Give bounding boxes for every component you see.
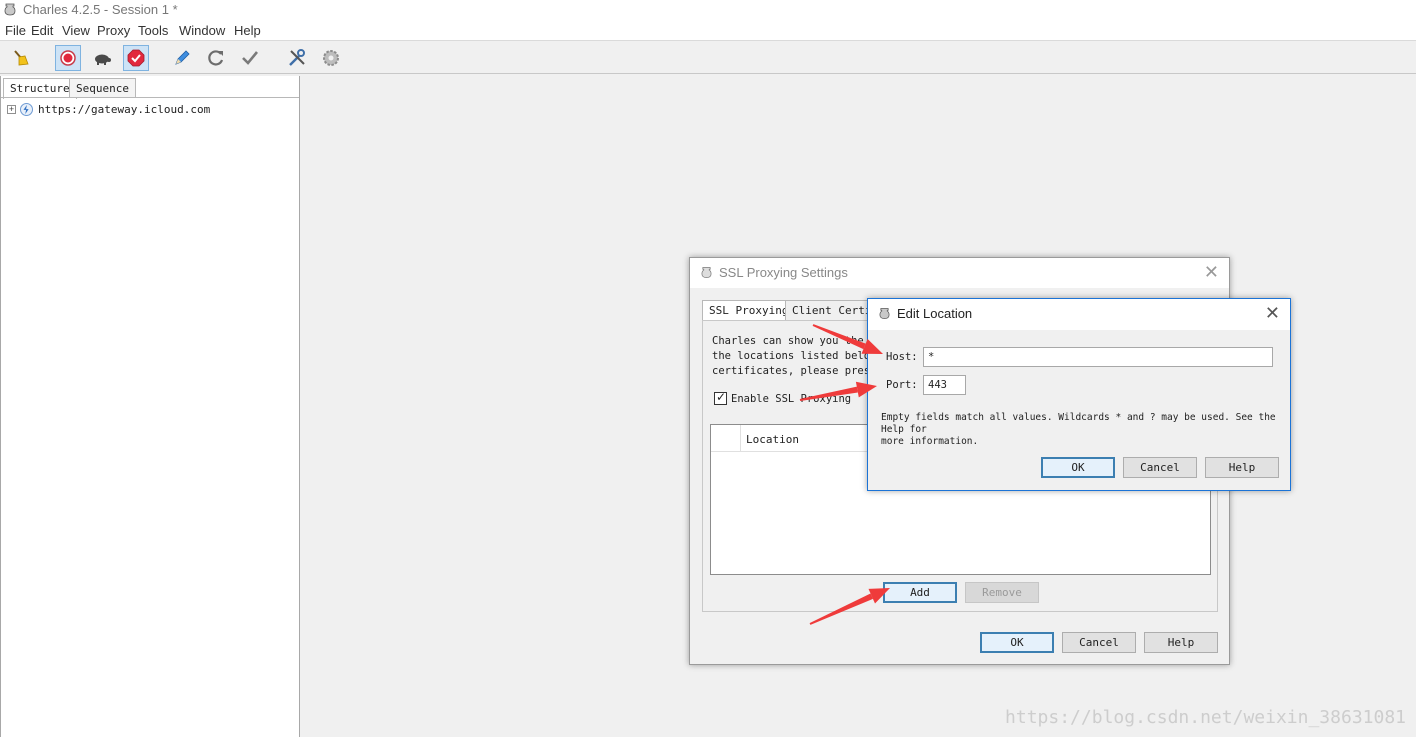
breakpoints-icon: [127, 49, 145, 67]
breakpoints-button[interactable]: [123, 45, 149, 71]
help-text: Empty fields match all values. Wildcards…: [881, 412, 1281, 448]
menu-help[interactable]: Help: [234, 23, 261, 38]
menu-tools[interactable]: Tools: [138, 23, 168, 38]
help-text-line: Empty fields match all values. Wildcards…: [881, 412, 1276, 435]
header-checkbox-column: [711, 425, 741, 452]
repeat-icon: [208, 50, 224, 66]
ok-button[interactable]: OK: [980, 632, 1054, 653]
cancel-button[interactable]: Cancel: [1062, 632, 1136, 653]
expand-icon[interactable]: +: [7, 105, 16, 114]
tab-ssl-proxying[interactable]: SSL Proxying: [702, 300, 796, 322]
port-label: Port:: [886, 379, 918, 391]
structure-panel: Structure Sequence + https://gateway.icl…: [0, 76, 300, 737]
throttle-turtle-icon: [95, 54, 111, 65]
menu-window[interactable]: Window: [179, 23, 225, 38]
settings-gear-icon: [323, 50, 339, 66]
menu-proxy[interactable]: Proxy: [97, 23, 130, 38]
menu-bar: File Edit View Proxy Tools Window Help: [0, 20, 1416, 41]
charles-jug-icon: [879, 308, 890, 319]
compose-pen-icon: [175, 50, 190, 65]
checkbox-checked-icon[interactable]: [714, 390, 727, 405]
enable-ssl-proxying-checkbox[interactable]: Enable SSL Proxying: [714, 390, 852, 405]
validate-check-icon: [242, 51, 259, 65]
edit-location-dialog: Edit Location ✕ Host: * Port: 443 Empty …: [867, 298, 1291, 491]
menu-file[interactable]: File: [5, 23, 26, 38]
port-input[interactable]: 443: [923, 375, 966, 395]
host-label: Host:: [886, 351, 918, 363]
window-titlebar: Charles 4.2.5 - Session 1 *: [0, 0, 1416, 20]
cancel-button[interactable]: Cancel: [1123, 457, 1197, 478]
dialog-title: SSL Proxying Settings: [719, 265, 848, 280]
help-button[interactable]: Help: [1144, 632, 1218, 653]
compose-button[interactable]: [169, 45, 195, 71]
tab-sequence[interactable]: Sequence: [69, 78, 136, 98]
settings-button[interactable]: [318, 45, 344, 71]
toolbar: [0, 41, 1416, 74]
description-line: Charles can show you the p: [712, 335, 877, 347]
dialog-title: Edit Location: [897, 306, 973, 321]
tools-icon: [289, 49, 305, 66]
description-line: the locations listed below: [712, 350, 877, 362]
enable-ssl-label: Enable SSL Proxying: [731, 392, 852, 405]
tab-divider: [1, 97, 299, 98]
dialog-titlebar[interactable]: SSL Proxying Settings ✕: [690, 258, 1229, 288]
record-button[interactable]: [55, 45, 81, 71]
add-button[interactable]: Add: [883, 582, 957, 603]
tools-button[interactable]: [284, 45, 310, 71]
ok-button[interactable]: OK: [1041, 457, 1115, 478]
description-line: certificates, please press: [712, 365, 877, 377]
lightning-host-icon: [20, 103, 33, 116]
menu-view[interactable]: View: [62, 23, 90, 38]
header-location[interactable]: Location: [746, 433, 799, 446]
ssl-description: Charles can show you the p the locations…: [712, 334, 877, 379]
host-label: https://gateway.icloud.com: [38, 103, 211, 116]
validate-button[interactable]: [237, 45, 263, 71]
charles-jug-icon: [4, 3, 16, 16]
tree-row[interactable]: + https://gateway.icloud.com: [7, 103, 210, 116]
tab-structure[interactable]: Structure: [3, 78, 77, 99]
broom-icon: [14, 50, 29, 66]
host-input[interactable]: *: [923, 347, 1273, 367]
help-text-line: more information.: [881, 436, 979, 447]
repeat-button[interactable]: [203, 45, 229, 71]
remove-button[interactable]: Remove: [965, 582, 1039, 603]
help-button[interactable]: Help: [1205, 457, 1279, 478]
window-title: Charles 4.2.5 - Session 1 *: [23, 2, 178, 17]
close-icon[interactable]: ✕: [1204, 262, 1219, 282]
clear-session-button[interactable]: [8, 45, 34, 71]
charles-jug-icon: [701, 267, 712, 278]
dialog-titlebar[interactable]: Edit Location ✕: [868, 299, 1290, 330]
record-icon: [60, 50, 76, 66]
watermark: https://blog.csdn.net/weixin_38631081: [1005, 707, 1406, 728]
menu-edit[interactable]: Edit: [31, 23, 53, 38]
throttle-button[interactable]: [89, 45, 115, 71]
close-icon[interactable]: ✕: [1265, 303, 1280, 323]
